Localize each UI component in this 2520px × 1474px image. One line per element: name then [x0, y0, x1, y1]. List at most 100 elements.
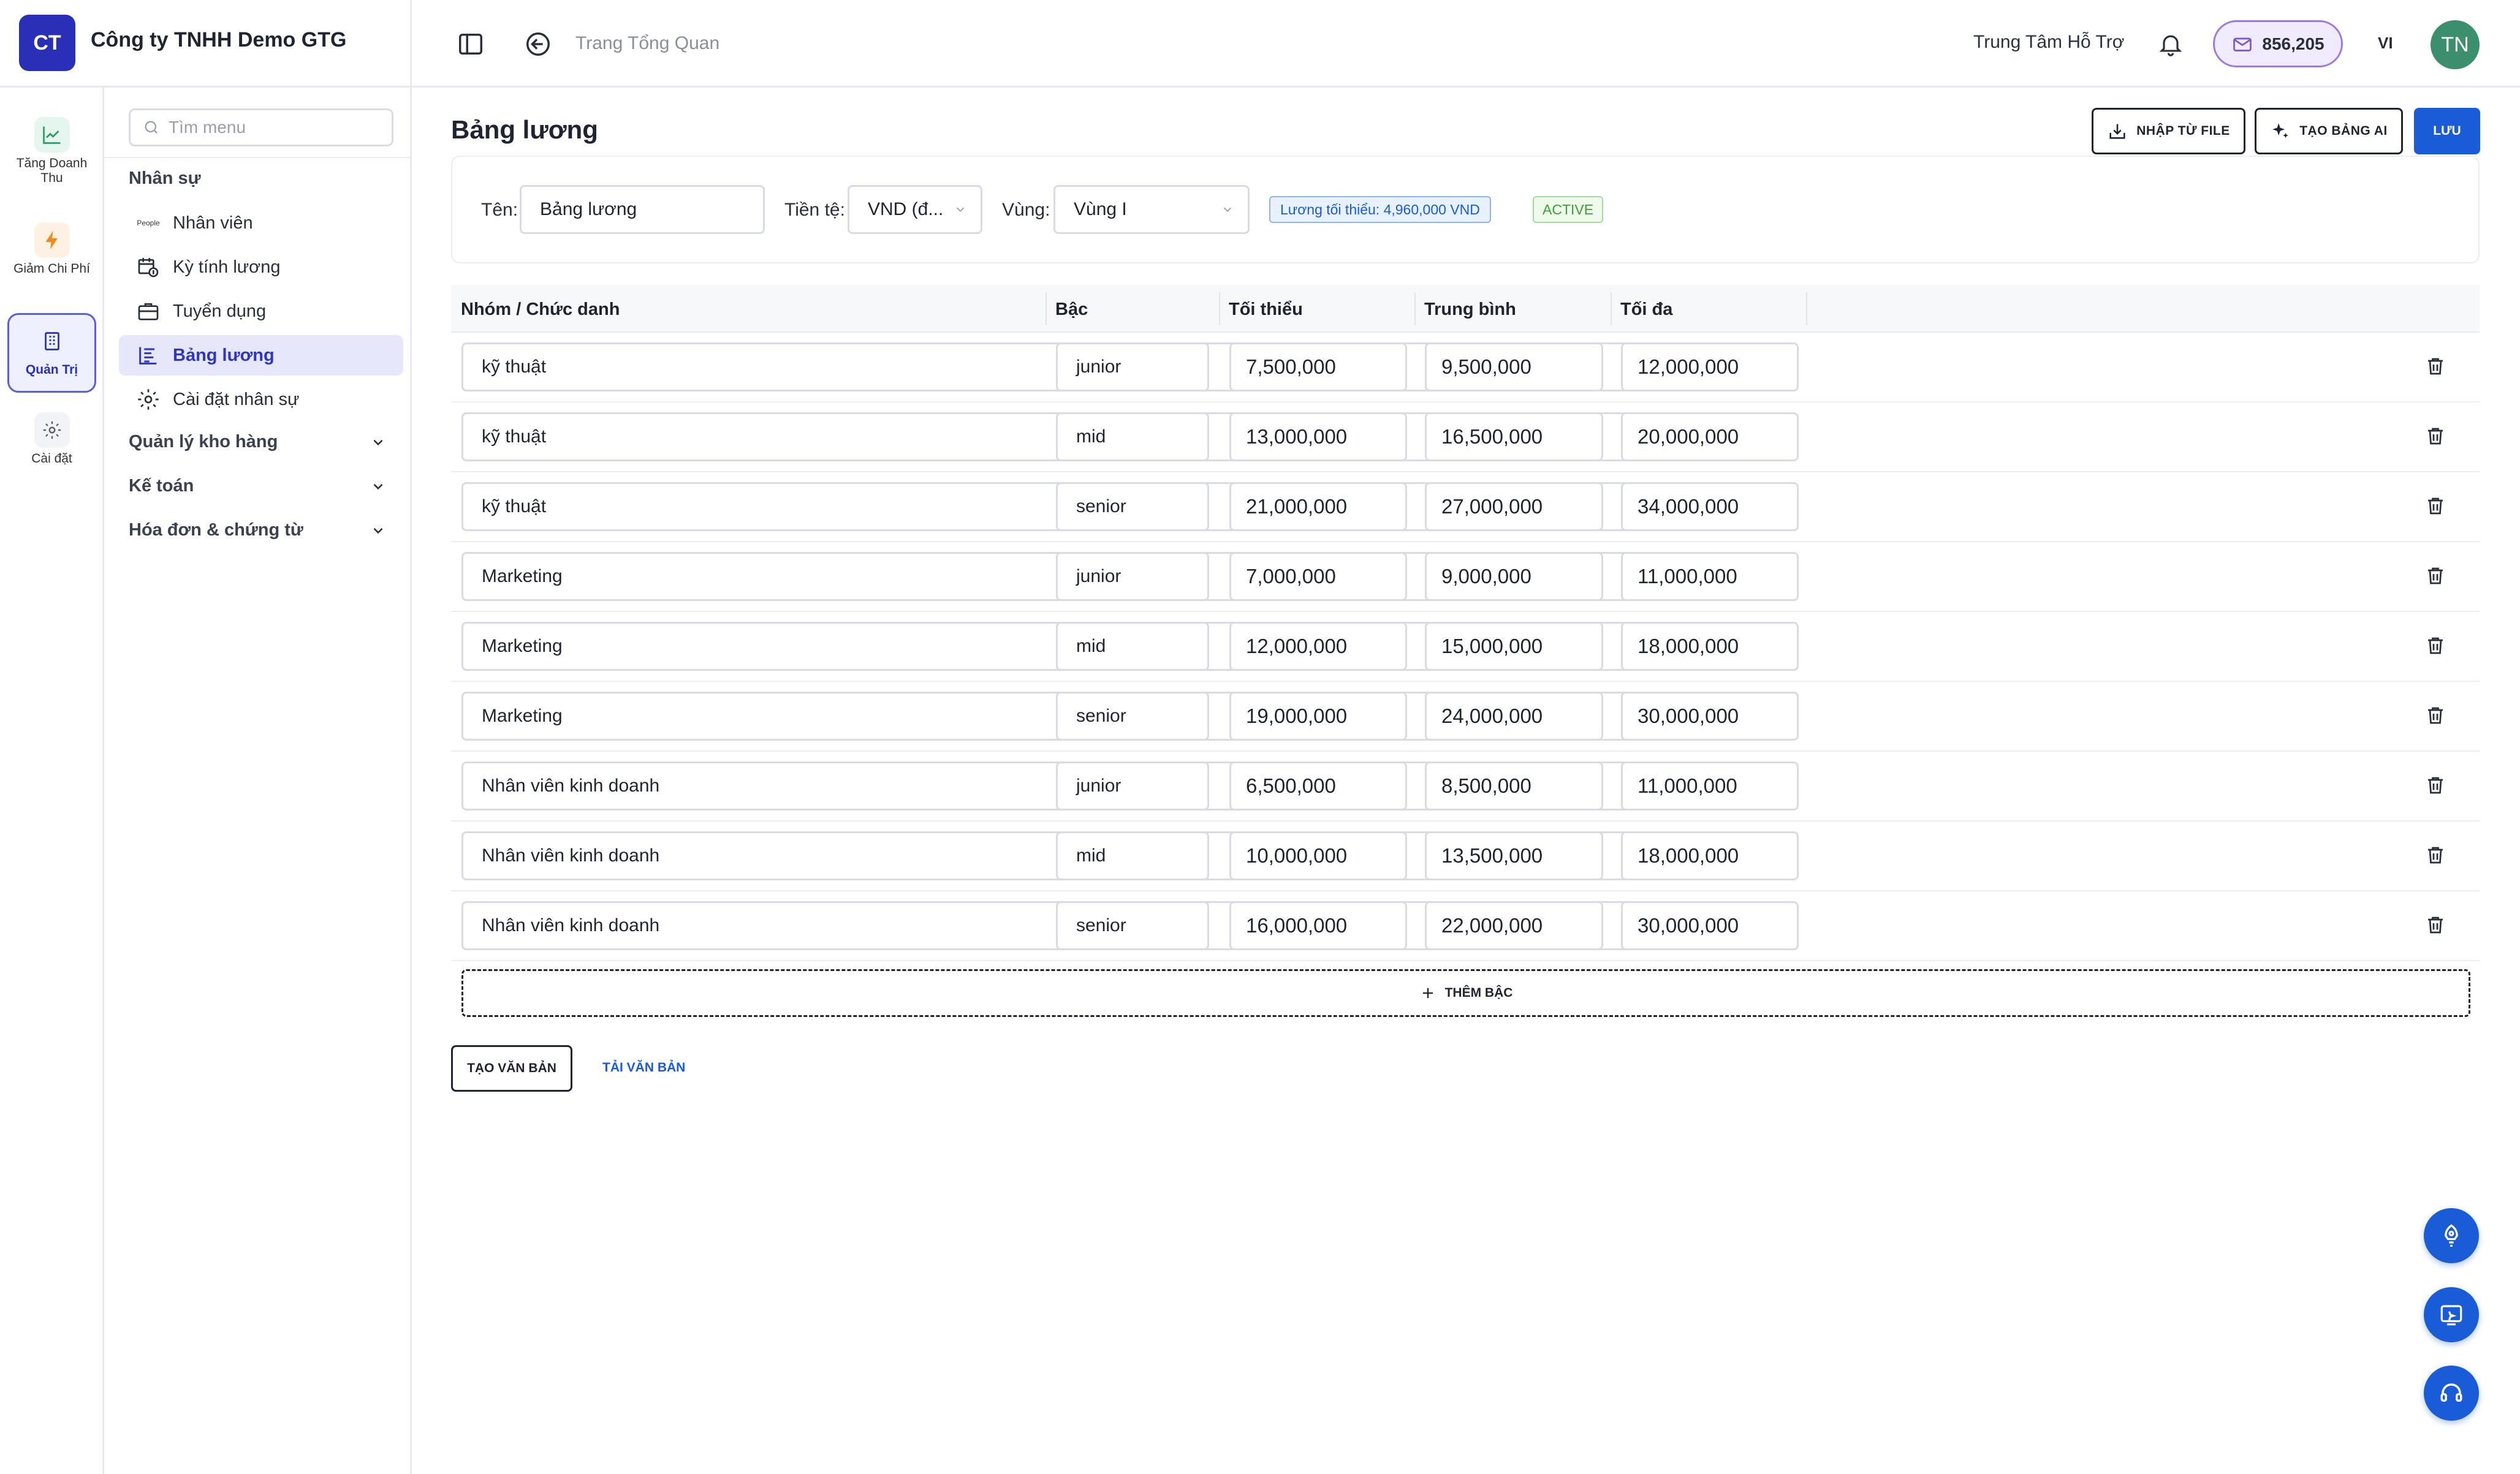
row-level-input[interactable]: senior — [1056, 901, 1209, 950]
row-level-input[interactable]: mid — [1056, 622, 1209, 671]
delete-row-button[interactable] — [2422, 770, 2449, 801]
rail-item-increase-revenue[interactable]: Tăng Doanh Thu — [7, 117, 96, 186]
menu-section-hr[interactable]: Nhân sự — [129, 168, 386, 189]
row-max-input[interactable]: 11,000,000 — [1621, 762, 1799, 811]
side-menu: Tìm menu Nhân sự People Nhân viên Kỳ tín… — [104, 88, 412, 1474]
row-max-input[interactable]: 18,000,000 — [1621, 622, 1799, 671]
create-ai-table-button[interactable]: TẠO BẢNG AI — [2255, 108, 2403, 154]
building-icon — [34, 323, 70, 359]
menu-section-accounting[interactable]: Kế toán — [129, 476, 386, 496]
delete-row-button[interactable] — [2422, 840, 2449, 871]
notification-button[interactable] — [2151, 25, 2190, 64]
company-logo[interactable]: CT — [19, 15, 75, 71]
user-avatar[interactable]: TN — [2431, 20, 2480, 69]
row-min-input[interactable]: 7,000,000 — [1229, 552, 1407, 601]
back-button[interactable] — [518, 25, 558, 64]
sidebar-toggle-icon — [459, 33, 482, 55]
plus-icon — [1422, 988, 1433, 999]
row-mid-value: 9,500,000 — [1441, 355, 1531, 378]
app-rail: Tăng Doanh Thu Giảm Chi Phí Quản Trị Cài… — [0, 88, 104, 1474]
row-mid-input[interactable]: 27,000,000 — [1425, 482, 1603, 531]
menu-section-invoices[interactable]: Hóa đơn & chứng từ — [129, 520, 386, 540]
menu-item-pay-period[interactable]: Kỳ tính lương — [119, 247, 403, 287]
row-max-input[interactable]: 12,000,000 — [1621, 342, 1799, 391]
row-max-input[interactable]: 34,000,000 — [1621, 482, 1799, 531]
menu-item-recruitment[interactable]: Tuyển dụng — [119, 291, 403, 331]
row-mid-input[interactable]: 24,000,000 — [1425, 692, 1603, 741]
row-min-input[interactable]: 21,000,000 — [1229, 482, 1407, 531]
row-group-value: Marketing — [482, 636, 563, 656]
delete-row-button[interactable] — [2422, 561, 2449, 591]
balance-pill[interactable]: 856,205 — [2213, 20, 2343, 67]
row-max-input[interactable]: 30,000,000 — [1621, 692, 1799, 741]
row-mid-value: 22,000,000 — [1441, 914, 1543, 937]
region-select-value: Vùng I — [1074, 199, 1127, 219]
breadcrumb[interactable]: Trang Tổng Quan — [575, 33, 719, 54]
support-center-link[interactable]: Trung Tâm Hỗ Trợ — [1973, 32, 2124, 53]
row-level-input[interactable]: junior — [1056, 342, 1209, 391]
chevron-down-icon — [373, 527, 383, 534]
row-min-input[interactable]: 6,500,000 — [1229, 762, 1407, 811]
page-title: Bảng lương — [451, 115, 598, 144]
row-level-value: mid — [1076, 845, 1106, 866]
row-mid-input[interactable]: 22,000,000 — [1425, 901, 1603, 950]
row-min-input[interactable]: 7,500,000 — [1229, 342, 1407, 391]
row-max-input[interactable]: 30,000,000 — [1621, 901, 1799, 950]
row-min-input[interactable]: 12,000,000 — [1229, 622, 1407, 671]
row-level-input[interactable]: mid — [1056, 831, 1209, 880]
row-mid-input[interactable]: 8,500,000 — [1425, 762, 1603, 811]
delete-row-button[interactable] — [2422, 700, 2449, 731]
row-level-input[interactable]: junior — [1056, 552, 1209, 601]
sidebar-toggle-button[interactable] — [451, 25, 490, 64]
row-mid-input[interactable]: 9,500,000 — [1425, 342, 1603, 391]
delete-row-button[interactable] — [2422, 351, 2449, 382]
rail-item-admin[interactable]: Quản Trị — [7, 313, 96, 393]
row-mid-input[interactable]: 15,000,000 — [1425, 622, 1603, 671]
menu-search-input[interactable]: Tìm menu — [129, 108, 393, 146]
row-level-input[interactable]: senior — [1056, 692, 1209, 741]
language-switcher[interactable]: VI — [2378, 34, 2393, 53]
save-button[interactable]: LƯU — [2414, 108, 2480, 154]
row-max-input[interactable]: 18,000,000 — [1621, 831, 1799, 880]
rail-item-settings[interactable]: Cài đặt — [7, 412, 96, 466]
fab-ai-assistant-button[interactable] — [2424, 1287, 2479, 1342]
col-header-group: Nhóm / Chức danh — [461, 300, 620, 319]
import-file-button[interactable]: NHẬP TỪ FILE — [2092, 108, 2245, 154]
menu-item-hr-settings[interactable]: Cài đặt nhân sự — [119, 379, 403, 420]
row-mid-input[interactable]: 16,500,000 — [1425, 412, 1603, 461]
delete-row-button[interactable] — [2422, 910, 2449, 940]
row-max-value: 30,000,000 — [1638, 705, 1739, 727]
fab-rocket-button[interactable] — [2424, 1208, 2479, 1263]
menu-item-salary-table[interactable]: Bảng lương — [119, 335, 403, 376]
table-row: Marketing mid 12,000,000 15,000,000 18,000,0… — [451, 612, 2480, 682]
currency-select[interactable]: VND (đ... — [848, 185, 982, 234]
briefcase-icon — [135, 298, 162, 325]
rail-item-reduce-cost[interactable]: Giảm Chi Phí — [7, 222, 96, 276]
menu-section-warehouse[interactable]: Quản lý kho hàng — [129, 432, 386, 452]
row-group-value: Marketing — [482, 566, 563, 586]
row-mid-value: 16,500,000 — [1441, 425, 1543, 448]
fab-support-button[interactable] — [2424, 1366, 2479, 1421]
row-level-input[interactable]: mid — [1056, 412, 1209, 461]
add-level-button[interactable]: THÊM BẬC — [461, 969, 2470, 1017]
row-min-input[interactable]: 10,000,000 — [1229, 831, 1407, 880]
row-min-value: 7,500,000 — [1246, 355, 1336, 378]
row-min-input[interactable]: 13,000,000 — [1229, 412, 1407, 461]
menu-item-employees[interactable]: People Nhân viên — [119, 203, 403, 243]
row-level-input[interactable]: senior — [1056, 482, 1209, 531]
menu-item-label: Kỳ tính lương — [173, 257, 281, 277]
delete-row-button[interactable] — [2422, 491, 2449, 521]
row-mid-input[interactable]: 13,500,000 — [1425, 831, 1603, 880]
row-min-input[interactable]: 16,000,000 — [1229, 901, 1407, 950]
download-document-link[interactable]: TẢI VĂN BẢN — [602, 1060, 685, 1075]
row-max-input[interactable]: 11,000,000 — [1621, 552, 1799, 601]
row-min-input[interactable]: 19,000,000 — [1229, 692, 1407, 741]
create-document-button[interactable]: TẠO VĂN BẢN — [451, 1045, 572, 1092]
row-level-input[interactable]: junior — [1056, 762, 1209, 811]
row-max-input[interactable]: 20,000,000 — [1621, 412, 1799, 461]
delete-row-button[interactable] — [2422, 630, 2449, 661]
region-select[interactable]: Vùng I — [1053, 185, 1250, 234]
name-input[interactable]: Bảng lương — [520, 185, 765, 234]
row-mid-input[interactable]: 9,000,000 — [1425, 552, 1603, 601]
delete-row-button[interactable] — [2422, 421, 2449, 452]
